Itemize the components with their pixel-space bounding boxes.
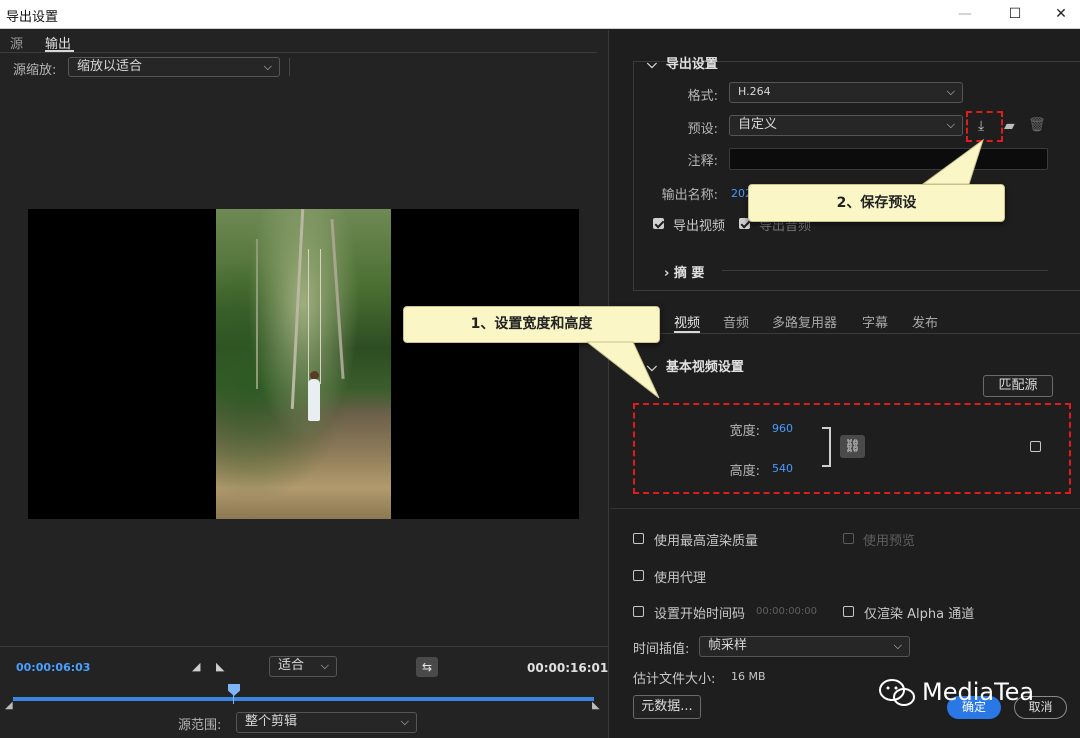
metadata-button[interactable]: 元数据...	[633, 695, 701, 719]
chevron-down-icon: ⌵	[400, 715, 409, 728]
render-alpha-checkbox[interactable]	[843, 606, 854, 617]
preset-dropdown[interactable]: 自定义 ⌵	[729, 115, 963, 136]
chevron-down-icon: ⌵	[946, 118, 955, 131]
chain-link-icon[interactable]: ⛓	[840, 435, 865, 458]
chevron-down-icon: ⌵	[647, 57, 657, 72]
settings-panel: ⌵ 导出设置 格式: H.264 ⌵ 预设: 自定义 ⌵ ⤓ ▰ 🗑 注释: 输…	[610, 30, 1080, 738]
end-timecode: 00:00:16:01	[527, 661, 609, 675]
title-bar: 导出设置 — ☐ ✕	[0, 0, 1080, 29]
preview-panel: 源 输出 源缩放: 缩放以适合 ⌵ 00:00:06:03 ◢ ◣ 适合 ⌵ ⇆…	[0, 30, 609, 738]
use-proxies-label: 使用代理	[654, 571, 707, 586]
source-range-value: 整个剪辑	[245, 714, 298, 729]
zoom-value: 适合	[278, 658, 305, 673]
export-settings-header[interactable]: ⌵ 导出设置	[647, 53, 718, 72]
watermark-text: MediaTea	[922, 678, 1035, 706]
delete-preset-icon[interactable]: 🗑	[1028, 117, 1046, 133]
time-interpolation-label: 时间插值:	[633, 642, 690, 657]
output-name-label: 输出名称:	[661, 188, 718, 203]
summary-label: 摘 要	[673, 266, 705, 281]
comments-label: 注释:	[687, 154, 718, 169]
time-interpolation-dropdown[interactable]: 帧采样 ⌵	[699, 636, 910, 657]
source-scale-value: 缩放以适合	[77, 59, 143, 74]
source-scale-dropdown[interactable]: 缩放以适合 ⌵	[68, 57, 280, 77]
max-render-quality-checkbox[interactable]	[633, 533, 644, 544]
tab-captions[interactable]: 字幕	[862, 312, 888, 331]
current-timecode[interactable]: 00:00:06:03	[16, 661, 90, 674]
time-interpolation-value: 帧采样	[708, 638, 748, 653]
format-dropdown[interactable]: H.264 ⌵	[729, 82, 963, 103]
set-start-timecode-label: 设置开始时间码	[654, 607, 746, 622]
render-alpha-label: 仅渲染 Alpha 通道	[864, 607, 975, 622]
minimize-button[interactable]: —	[942, 0, 988, 29]
chevron-right-icon: ›	[664, 266, 670, 281]
import-preset-icon[interactable]: ▰	[1004, 118, 1015, 134]
playhead-handle[interactable]	[228, 684, 240, 696]
divider	[289, 58, 290, 76]
callout-save-preset: 2、保存预设	[748, 184, 1005, 222]
summary-toggle[interactable]: › 摘 要	[664, 262, 704, 281]
export-video-checkbox[interactable]	[653, 218, 664, 229]
callout-pointer	[921, 138, 984, 185]
callout-pointer	[585, 341, 660, 399]
maximize-button[interactable]: ☐	[992, 0, 1038, 29]
section-title: 导出设置	[665, 57, 718, 72]
source-range-label: 源范围:	[178, 718, 222, 733]
person-on-swing	[308, 379, 320, 421]
chevron-down-icon: ⌵	[946, 85, 955, 98]
tab-publish[interactable]: 发布	[912, 312, 938, 331]
height-value[interactable]: 540	[772, 462, 793, 475]
estimated-size-value: 16 MB	[731, 670, 766, 683]
tab-video[interactable]: 视频	[674, 312, 700, 331]
aspect-toggle-icon[interactable]: ⇆	[416, 657, 438, 677]
max-render-quality-label: 使用最高渲染质量	[654, 534, 759, 549]
link-bracket	[822, 427, 831, 467]
chevron-down-icon: ⌵	[263, 60, 272, 73]
preset-label: 预设:	[687, 122, 718, 137]
source-scale-label: 源缩放:	[13, 63, 57, 78]
chevron-down-icon: ⌵	[893, 639, 902, 652]
format-label: 格式:	[687, 89, 718, 104]
callout-text: 1、设置宽度和高度	[470, 316, 593, 332]
tab-audio[interactable]: 音频	[723, 312, 749, 331]
format-value: H.264	[738, 85, 771, 98]
height-label: 高度:	[729, 464, 760, 479]
save-preset-icon[interactable]: ⤓	[978, 118, 984, 134]
export-video-label: 导出视频	[673, 219, 726, 234]
callout-text: 2、保存预设	[836, 195, 917, 211]
divider	[610, 508, 1080, 509]
timeline-range-bar[interactable]	[13, 697, 594, 701]
use-previews-checkbox[interactable]	[843, 533, 854, 544]
tab-multiplexer[interactable]: 多路复用器	[772, 312, 837, 331]
use-previews-label: 使用预览	[863, 534, 916, 549]
video-frame-image	[216, 209, 391, 519]
set-start-timecode-checkbox[interactable]	[633, 606, 644, 617]
range-end-handle[interactable]: ◣	[592, 700, 600, 711]
use-proxies-checkbox[interactable]	[633, 570, 644, 581]
width-value[interactable]: 960	[772, 422, 793, 435]
tab-source[interactable]: 源	[10, 33, 23, 52]
chevron-down-icon: ⌵	[320, 659, 329, 672]
start-timecode-value[interactable]: 00:00:00:00	[756, 606, 817, 617]
range-start-handle[interactable]: ◢	[5, 700, 13, 711]
estimated-size-label: 估计文件大小:	[633, 672, 716, 687]
comments-input[interactable]	[729, 148, 1048, 170]
video-preview	[28, 209, 579, 519]
tab-divider	[0, 52, 597, 53]
mark-in-icon[interactable]: ◢	[192, 660, 200, 673]
video-option-checkbox[interactable]	[1030, 441, 1041, 452]
divider	[610, 333, 1080, 334]
source-range-dropdown[interactable]: 整个剪辑 ⌵	[236, 712, 417, 733]
match-source-button[interactable]: 匹配源	[983, 375, 1053, 397]
mark-out-icon[interactable]: ◣	[216, 660, 224, 673]
section-title: 基本视频设置	[665, 360, 744, 375]
zoom-dropdown[interactable]: 适合 ⌵	[269, 656, 337, 677]
close-button[interactable]: ✕	[1038, 0, 1080, 29]
divider	[722, 270, 1048, 271]
wechat-icon	[879, 679, 915, 706]
window-title: 导出设置	[6, 10, 59, 25]
divider	[0, 646, 609, 647]
width-label: 宽度:	[729, 424, 760, 439]
callout-set-width-height: 1、设置宽度和高度	[403, 306, 660, 343]
preset-value: 自定义	[738, 117, 778, 132]
